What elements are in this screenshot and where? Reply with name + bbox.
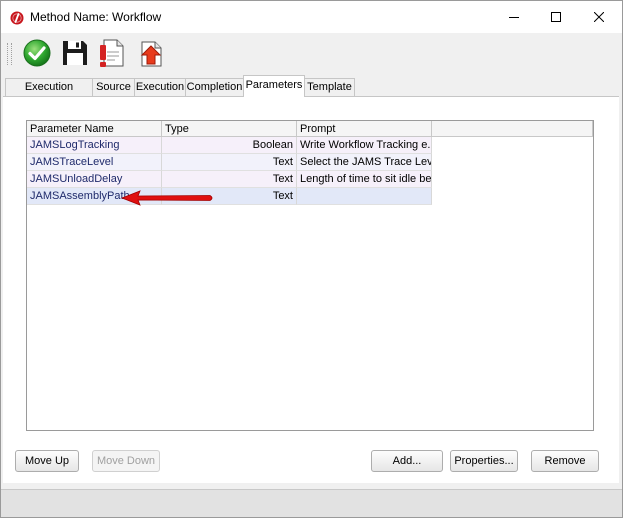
title-bar: Method Name: Workflow xyxy=(1,1,622,33)
cell-type: Text xyxy=(162,154,297,171)
properties-button[interactable]: Properties... xyxy=(450,450,518,472)
minimize-button[interactable] xyxy=(491,1,537,33)
minimize-icon xyxy=(509,17,519,18)
maximize-button[interactable] xyxy=(533,1,579,33)
add-button[interactable]: Add... xyxy=(371,450,443,472)
cell-prompt xyxy=(297,188,432,205)
maximize-icon xyxy=(551,12,561,22)
tab-execution[interactable]: Execution xyxy=(134,78,186,96)
table-row[interactable]: JAMSTraceLevel Text Select the JAMS Trac… xyxy=(27,154,432,171)
cell-parameter-name: JAMSTraceLevel xyxy=(27,154,162,171)
tab-execution-method[interactable]: Execution Method xyxy=(5,78,93,110)
close-icon xyxy=(594,12,604,22)
parameters-grid[interactable]: Parameter Name Type Prompt JAMSLogTracki… xyxy=(26,120,594,431)
cell-prompt: Length of time to sit idle be... xyxy=(297,171,432,188)
table-row[interactable]: JAMSAssemblyPath Text xyxy=(27,188,432,205)
method-window: Method Name: Workflow Execution Source E… xyxy=(0,0,623,518)
document-upload-icon[interactable] xyxy=(135,37,167,69)
close-button[interactable] xyxy=(576,1,622,33)
remove-button[interactable]: Remove xyxy=(531,450,599,472)
toolbar-grip[interactable] xyxy=(7,43,12,65)
tab-parameters[interactable]: Parameters xyxy=(243,75,305,97)
floppy-disk-icon[interactable] xyxy=(59,37,91,69)
tab-label: Template xyxy=(307,81,352,93)
cell-parameter-name: JAMSUnloadDelay xyxy=(27,171,162,188)
column-header-parameter-name[interactable]: Parameter Name xyxy=(27,121,162,137)
cell-parameter-name: JAMSLogTracking xyxy=(27,137,162,154)
tab-label: Parameters xyxy=(245,79,303,91)
tab-label: Source xyxy=(96,81,131,93)
tab-label: Completion xyxy=(186,81,243,93)
jams-app-icon xyxy=(10,11,24,25)
column-header-prompt[interactable]: Prompt xyxy=(297,121,432,137)
cell-prompt: Select the JAMS Trace Level: xyxy=(297,154,432,171)
cell-prompt: Write Workflow Tracking e... xyxy=(297,137,432,154)
column-header-type[interactable]: Type xyxy=(162,121,297,137)
tab-strip: Execution Method Source Execution Comple… xyxy=(1,75,622,110)
tab-source[interactable]: Source xyxy=(92,78,135,96)
tab-template[interactable]: Template xyxy=(304,78,355,96)
window-title: Method Name: Workflow xyxy=(30,10,162,24)
annotation-arrow-icon xyxy=(120,190,213,206)
check-icon[interactable] xyxy=(21,37,53,69)
cell-type: Boolean xyxy=(162,137,297,154)
toolbar xyxy=(1,33,622,73)
tab-completion[interactable]: Completion xyxy=(185,78,244,96)
status-bar xyxy=(1,489,622,517)
table-row[interactable]: JAMSLogTracking Boolean Write Workflow T… xyxy=(27,137,432,154)
tab-label: Execution xyxy=(135,81,185,93)
move-down-button[interactable]: Move Down xyxy=(92,450,160,472)
cell-type: Text xyxy=(162,171,297,188)
column-header-filler xyxy=(432,121,593,137)
move-up-button[interactable]: Move Up xyxy=(15,450,79,472)
table-row[interactable]: JAMSUnloadDelay Text Length of time to s… xyxy=(27,171,432,188)
parameters-panel: Parameter Name Type Prompt JAMSLogTracki… xyxy=(3,96,619,483)
document-info-icon[interactable] xyxy=(97,37,129,69)
